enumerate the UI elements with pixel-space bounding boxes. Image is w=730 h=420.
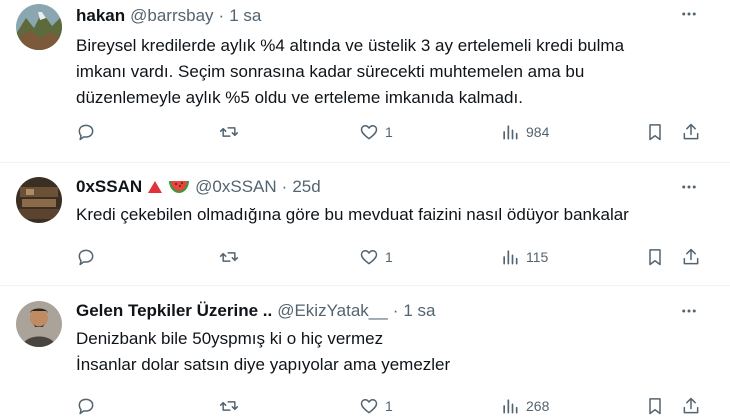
avatar[interactable] bbox=[16, 4, 62, 50]
tweet-header: 0xSSAN @0xSSAN · 25d bbox=[76, 175, 321, 199]
reply-button[interactable] bbox=[76, 245, 96, 269]
reply-icon bbox=[78, 249, 94, 266]
bookmark-button[interactable] bbox=[645, 245, 665, 269]
tweet-3[interactable]: Gelen Tepkiler Üzerine .. @EkizYatak__ ·… bbox=[0, 299, 730, 420]
reply-icon bbox=[78, 398, 94, 415]
view-count: 268 bbox=[526, 398, 550, 414]
separator-dot: · bbox=[392, 301, 399, 320]
red-triangle-emoji-icon bbox=[147, 180, 163, 194]
retweet-button[interactable] bbox=[219, 394, 239, 418]
like-button[interactable]: 1 bbox=[359, 394, 393, 418]
share-icon bbox=[683, 248, 699, 265]
retweet-icon bbox=[219, 127, 239, 137]
tweet-1[interactable]: hakan @barrsbay · 1 sa Bireysel krediler… bbox=[0, 0, 730, 160]
watermelon-emoji-icon bbox=[168, 179, 190, 195]
view-count: 984 bbox=[526, 124, 550, 140]
more-icon[interactable] bbox=[678, 301, 700, 321]
like-button[interactable]: 1 bbox=[359, 245, 393, 269]
action-bar: 1 115 bbox=[0, 245, 730, 269]
tweet-text-line: Bireysel kredilerde aylık %4 altında ve … bbox=[76, 36, 625, 55]
bookmark-icon bbox=[649, 249, 661, 266]
bookmark-button[interactable] bbox=[645, 394, 665, 418]
timestamp[interactable]: 1 sa bbox=[403, 301, 435, 321]
retweet-button[interactable] bbox=[219, 120, 239, 144]
user-handle[interactable]: @0xSSAN bbox=[195, 177, 277, 197]
retweet-icon bbox=[219, 252, 239, 262]
bookmark-icon bbox=[649, 398, 661, 415]
tweet-2[interactable]: 0xSSAN @0xSSAN · 25d Kredi çekebilen olm… bbox=[0, 175, 730, 285]
tweet-header: hakan @barrsbay · 1 sa bbox=[76, 4, 261, 28]
timestamp[interactable]: 25d bbox=[292, 177, 320, 197]
timestamp[interactable]: 1 sa bbox=[229, 6, 261, 26]
tweet-text: Kredi çekebilen olmadığına göre bu mevdu… bbox=[76, 202, 629, 228]
reply-button[interactable] bbox=[76, 120, 96, 144]
views-button[interactable]: 268 bbox=[500, 394, 549, 418]
bookmark-icon bbox=[649, 124, 661, 141]
share-button[interactable] bbox=[681, 394, 701, 418]
display-name[interactable]: 0xSSAN bbox=[76, 177, 142, 197]
views-button[interactable]: 984 bbox=[500, 120, 549, 144]
user-handle[interactable]: @barrsbay bbox=[130, 6, 213, 26]
separator-dot: · bbox=[218, 6, 225, 25]
retweet-icon bbox=[219, 401, 239, 411]
heart-icon bbox=[360, 250, 378, 265]
reply-button[interactable] bbox=[76, 394, 96, 418]
share-icon bbox=[683, 397, 699, 414]
share-button[interactable] bbox=[681, 120, 701, 144]
view-count: 115 bbox=[526, 249, 549, 265]
action-bar: 1 268 bbox=[0, 394, 730, 418]
tweet-text: Denizbank bile 50yspmış ki o hiç vermez … bbox=[76, 326, 450, 378]
tweet-header: Gelen Tepkiler Üzerine .. @EkizYatak__ ·… bbox=[76, 299, 436, 323]
like-count: 1 bbox=[385, 249, 393, 265]
heart-icon bbox=[360, 125, 378, 140]
display-name[interactable]: Gelen Tepkiler Üzerine .. bbox=[76, 301, 272, 321]
like-count: 1 bbox=[385, 124, 393, 140]
like-button[interactable]: 1 bbox=[359, 120, 393, 144]
avatar[interactable] bbox=[16, 301, 62, 347]
tweet-text-line: düzenlemeyle aylık %5 oldu ve erteleme i… bbox=[76, 88, 523, 107]
heart-icon bbox=[360, 399, 378, 414]
views-button[interactable]: 115 bbox=[500, 245, 548, 269]
tweet-text: Bireysel kredilerde aylık %4 altında ve … bbox=[76, 33, 624, 111]
tweet-divider bbox=[0, 162, 730, 163]
retweet-button[interactable] bbox=[219, 245, 239, 269]
avatar[interactable] bbox=[16, 177, 62, 223]
views-icon bbox=[503, 399, 518, 414]
action-bar: 1 984 bbox=[0, 120, 730, 144]
like-count: 1 bbox=[385, 398, 393, 414]
tweet-divider bbox=[0, 285, 730, 286]
tweet-text-line: Kredi çekebilen olmadığına göre bu mevdu… bbox=[76, 205, 629, 224]
share-icon bbox=[683, 123, 699, 140]
tweet-text-line: imkanı vardı. Seçim sonrasına kadar süre… bbox=[76, 62, 585, 81]
tweet-text-line: Denizbank bile 50yspmış ki o hiç vermez bbox=[76, 329, 384, 348]
separator-dot: · bbox=[281, 177, 288, 196]
display-name[interactable]: hakan bbox=[76, 6, 125, 26]
more-icon[interactable] bbox=[678, 177, 700, 197]
more-icon[interactable] bbox=[678, 4, 700, 24]
tweet-text-line: İnsanlar dolar satsın diye yapıyolar ama… bbox=[76, 355, 451, 374]
views-icon bbox=[503, 125, 518, 140]
reply-icon bbox=[78, 124, 94, 141]
share-button[interactable] bbox=[681, 245, 701, 269]
bookmark-button[interactable] bbox=[645, 120, 665, 144]
views-icon bbox=[503, 250, 518, 265]
user-handle[interactable]: @EkizYatak__ bbox=[277, 301, 388, 321]
